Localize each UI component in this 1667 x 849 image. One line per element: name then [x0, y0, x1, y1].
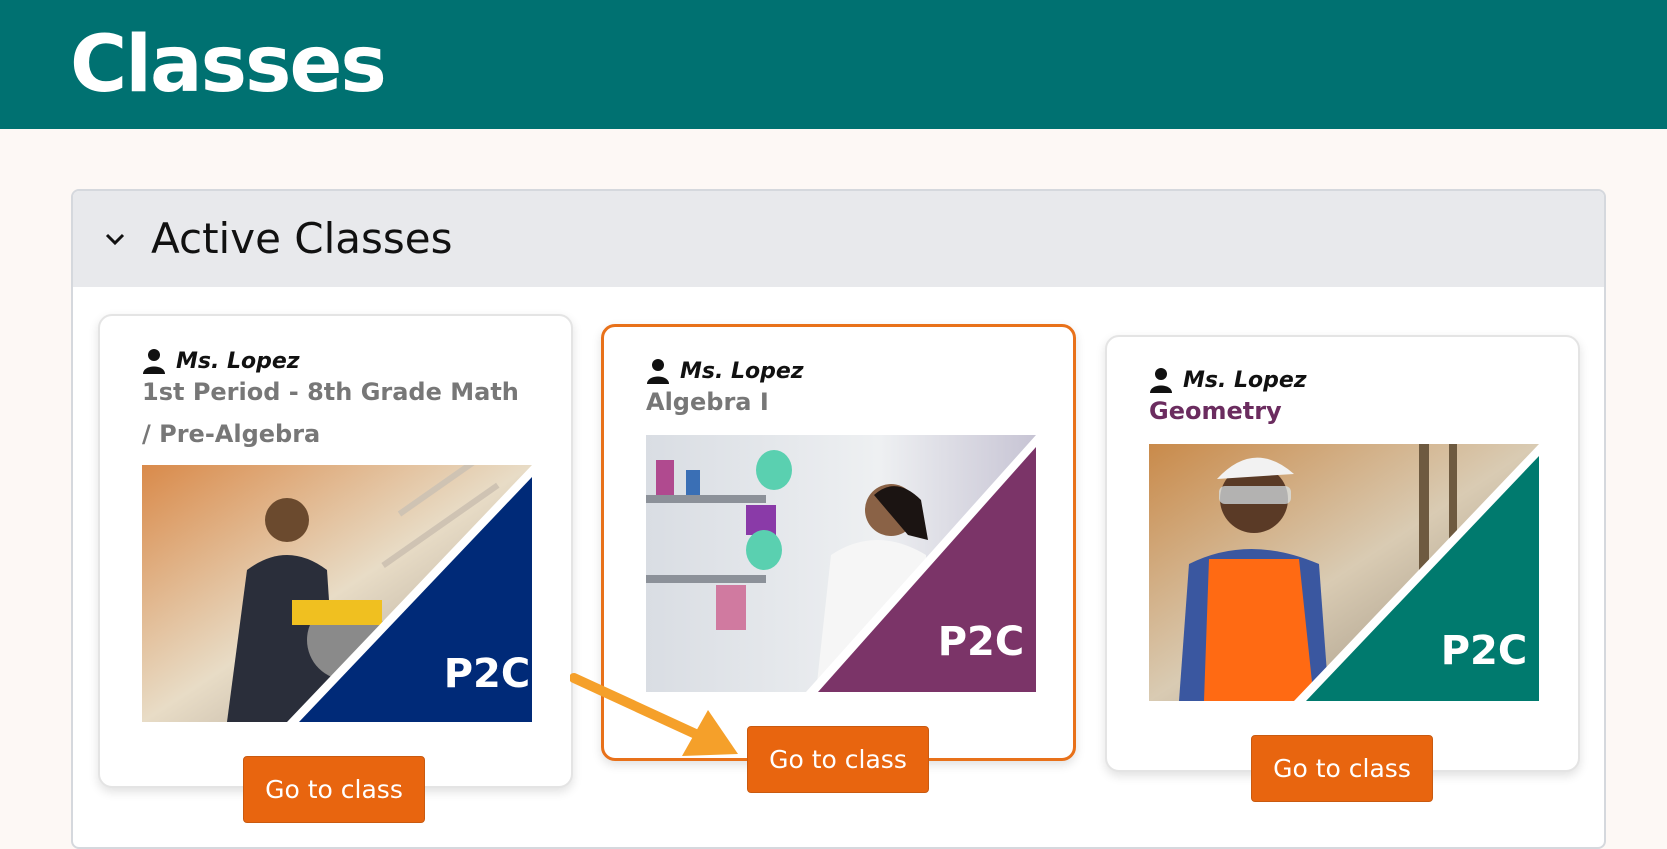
annotation-arrow [570, 673, 738, 756]
section-title: Active Classes [151, 214, 453, 263]
class-card-geometry[interactable]: Ms. Lopez Geometry P2C [1105, 335, 1580, 772]
scientist-in-lab-photo: P2C [646, 435, 1036, 692]
p2c-logo: P2C [938, 619, 1025, 665]
teacher-name: Ms. Lopez [176, 348, 300, 374]
course-name[interactable]: Geometry [1149, 390, 1539, 432]
teacher-name: Ms. Lopez [1183, 367, 1307, 393]
go-to-class-button[interactable]: Go to class [1251, 735, 1433, 802]
construction-worker-photo: P2C [1149, 444, 1539, 701]
header-bar: Classes [0, 0, 1667, 129]
woman-using-circular-saw-photo: P2C [142, 465, 532, 722]
course-name[interactable]: Algebra I [646, 381, 1036, 423]
section-header[interactable]: Active Classes [73, 191, 1604, 287]
teacher-name: Ms. Lopez [680, 358, 804, 384]
page-title: Classes [70, 20, 387, 110]
course-name[interactable]: 1st Period - 8th Grade Math / Pre-Algebr… [142, 371, 532, 455]
go-to-class-button[interactable]: Go to class [747, 726, 929, 793]
p2c-logo: P2C [444, 651, 531, 697]
p2c-logo: P2C [1441, 628, 1528, 674]
chevron-down-icon[interactable] [105, 229, 125, 249]
go-to-class-button[interactable]: Go to class [243, 756, 425, 823]
class-card-math[interactable]: Ms. Lopez 1st Period - 8th Grade Math / … [98, 314, 573, 788]
